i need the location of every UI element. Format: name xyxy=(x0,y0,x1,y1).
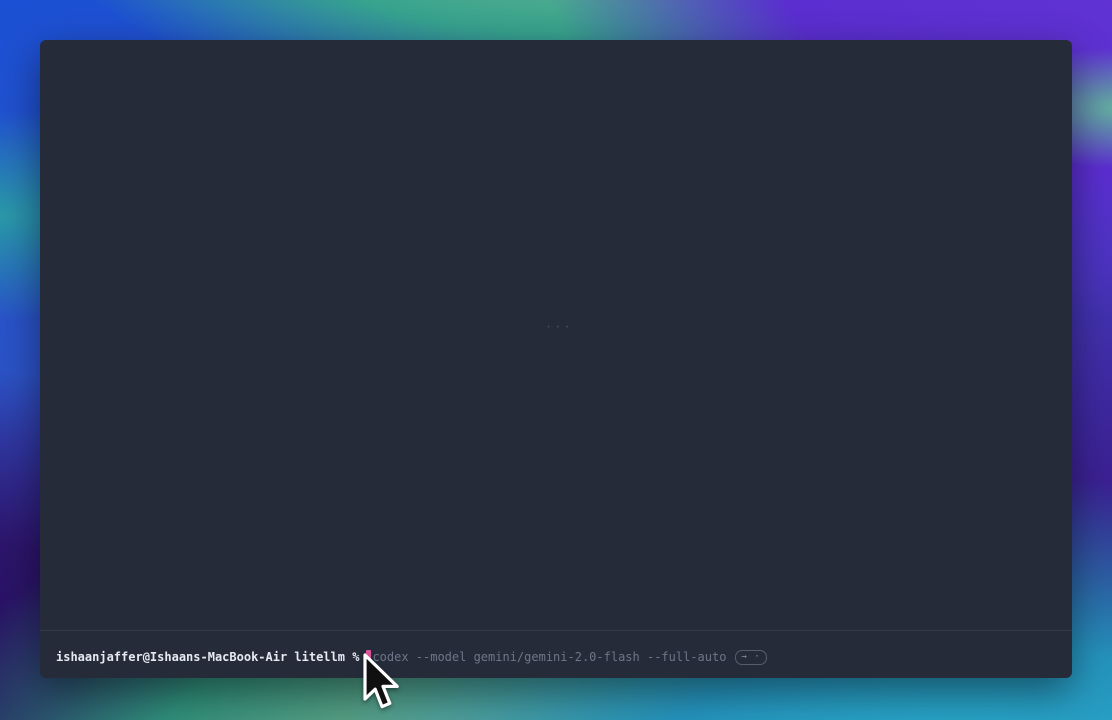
terminal-output-area[interactable]: ··· xyxy=(40,40,1072,630)
terminal-ellipsis-text: ··· xyxy=(545,320,573,334)
terminal-window[interactable]: ··· ishaanjaffer@Ishaans-MacBook-Air lit… xyxy=(40,40,1072,678)
text-cursor xyxy=(366,650,371,664)
right-arrow-key-hint-icon: → · xyxy=(735,650,766,665)
shell-prompt-text: ishaanjaffer@Ishaans-MacBook-Air litellm… xyxy=(56,649,359,665)
prompt-line[interactable]: ishaanjaffer@Ishaans-MacBook-Air litellm… xyxy=(56,648,1060,666)
autosuggestion-text: codex --model gemini/gemini-2.0-flash --… xyxy=(372,649,726,665)
prompt-divider xyxy=(40,630,1072,631)
